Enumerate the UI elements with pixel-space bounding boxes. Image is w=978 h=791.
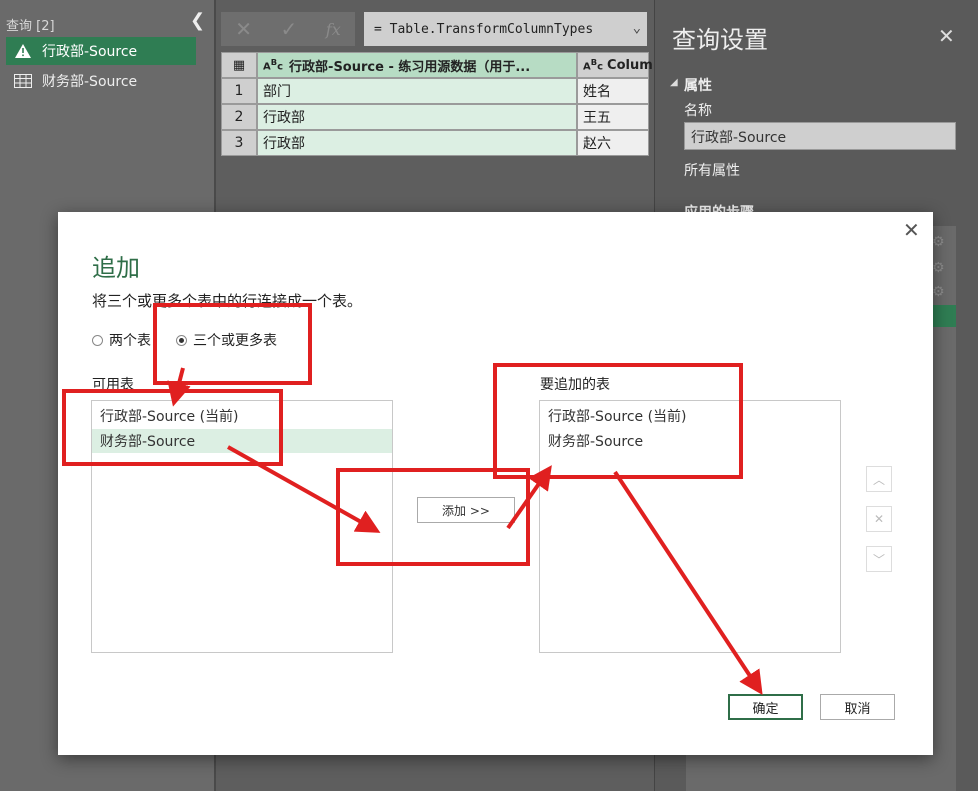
row-number: 2 bbox=[221, 104, 257, 130]
dialog-description: 将三个或更多个表中的行连接成一个表。 bbox=[92, 292, 363, 310]
row-number: 1 bbox=[221, 78, 257, 104]
move-up-icon[interactable]: ︿ bbox=[866, 466, 892, 492]
radio-circle-icon bbox=[92, 334, 103, 346]
dialog-title: 追加 bbox=[92, 254, 140, 282]
table-row: 2 行政部 王五 bbox=[221, 104, 649, 130]
properties-heading: 属性 bbox=[684, 78, 712, 94]
dialog-close-icon[interactable]: ✕ bbox=[903, 218, 920, 242]
formula-text: = Table.TransformColumnTypes bbox=[374, 21, 594, 37]
name-label: 名称 bbox=[684, 103, 712, 119]
formula-input[interactable]: = Table.TransformColumnTypes ⌄ bbox=[364, 12, 647, 46]
warning-icon bbox=[12, 44, 34, 58]
radio-two-tables[interactable]: 两个表 bbox=[92, 330, 151, 350]
fx-icon[interactable]: fx bbox=[326, 20, 341, 39]
grid-header-row: ▦ ABc 行政部-Source - 练习用源数据（用于... ABc Colum bbox=[221, 52, 653, 78]
collapse-triangle-icon[interactable]: ◢ bbox=[670, 77, 678, 88]
table-cell[interactable]: 行政部 bbox=[257, 104, 577, 130]
available-tables-list[interactable]: 行政部-Source (当前) 财务部-Source bbox=[91, 400, 393, 653]
table-cell[interactable]: 王五 bbox=[577, 104, 649, 130]
table-cell[interactable]: 行政部 bbox=[257, 130, 577, 156]
table-cell[interactable]: 部门 bbox=[257, 78, 577, 104]
table-icon bbox=[12, 74, 34, 88]
name-input[interactable]: 行政部-Source bbox=[684, 122, 956, 150]
radio-selected-icon bbox=[176, 334, 187, 346]
list-item[interactable]: 财务部-Source bbox=[92, 429, 392, 453]
add-button[interactable]: 添加 >> bbox=[417, 497, 515, 523]
ok-button[interactable]: 确定 bbox=[728, 694, 803, 720]
list-item[interactable]: 行政部-Source (当前) bbox=[92, 404, 392, 428]
cancel-button[interactable]: 取消 bbox=[820, 694, 895, 720]
close-icon[interactable]: ✕ bbox=[938, 24, 955, 48]
active-step[interactable] bbox=[930, 305, 956, 327]
row-number: 3 bbox=[221, 130, 257, 156]
collapse-pane-icon[interactable]: ❮ bbox=[190, 10, 205, 31]
available-tables-label: 可用表 bbox=[92, 377, 134, 393]
queries-header: 查询 [2] bbox=[6, 19, 55, 34]
cancel-edit-icon[interactable]: ✕ bbox=[235, 17, 252, 41]
column-header[interactable]: ABc 行政部-Source - 练习用源数据（用于... bbox=[257, 52, 577, 78]
remove-icon[interactable]: ✕ bbox=[866, 506, 892, 532]
table-row: 1 部门 姓名 bbox=[221, 78, 649, 104]
table-cell[interactable]: 赵六 bbox=[577, 130, 649, 156]
list-item[interactable]: 行政部-Source (当前) bbox=[540, 404, 840, 428]
gear-icon[interactable]: ⚙ bbox=[932, 234, 945, 250]
move-down-icon[interactable]: ﹀ bbox=[866, 546, 892, 572]
list-item[interactable]: 财务部-Source bbox=[540, 429, 840, 453]
settings-title: 查询设置 bbox=[672, 26, 768, 54]
data-grid: ▦ ABc 行政部-Source - 练习用源数据（用于... ABc Colum … bbox=[221, 52, 653, 156]
radio-label: 三个或更多表 bbox=[193, 333, 277, 349]
all-properties-link[interactable]: 所有属性 bbox=[684, 160, 740, 180]
query-item-finance[interactable]: 财务部-Source bbox=[6, 67, 196, 95]
table-cell[interactable]: 姓名 bbox=[577, 78, 649, 104]
formula-actions: ✕ ✓ fx bbox=[221, 12, 355, 46]
query-item-label: 行政部-Source bbox=[42, 44, 138, 60]
confirm-edit-icon[interactable]: ✓ bbox=[281, 17, 298, 41]
query-item-admin[interactable]: 行政部-Source bbox=[6, 37, 196, 65]
radio-label: 两个表 bbox=[109, 333, 151, 349]
tables-to-append-label: 要追加的表 bbox=[540, 377, 610, 393]
gear-icon[interactable]: ⚙ bbox=[932, 260, 945, 276]
tables-to-append-list[interactable]: 行政部-Source (当前) 财务部-Source bbox=[539, 400, 841, 653]
table-menu-icon[interactable]: ▦ bbox=[221, 52, 257, 78]
query-item-label: 财务部-Source bbox=[42, 74, 138, 90]
radio-three-or-more[interactable]: 三个或更多表 bbox=[176, 330, 277, 350]
column-header[interactable]: ABc Colum bbox=[577, 52, 653, 78]
gear-icon[interactable]: ⚙ bbox=[932, 284, 945, 300]
table-row: 3 行政部 赵六 bbox=[221, 130, 649, 156]
chevron-down-icon[interactable]: ⌄ bbox=[633, 20, 641, 36]
